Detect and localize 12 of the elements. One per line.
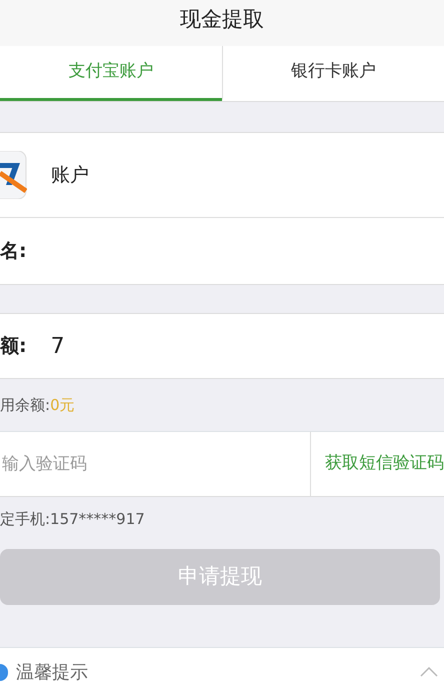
- chevron-up-icon[interactable]: [420, 667, 438, 677]
- account-label: 账户: [51, 162, 89, 188]
- name-label: 名:: [0, 238, 27, 264]
- code-input[interactable]: 输入验证码: [0, 432, 310, 497]
- sms-code-button[interactable]: 获取短信验证码: [310, 432, 444, 497]
- page-title: 现金提取: [180, 6, 264, 33]
- phone-text: 定手机:157*****917: [0, 508, 145, 530]
- tips-label: 温馨提示: [16, 660, 88, 684]
- balance-label: 用余额:: [0, 394, 50, 416]
- info-icon: [0, 664, 8, 680]
- amount-value: 7: [50, 332, 65, 360]
- balance-value: 0元: [50, 394, 75, 416]
